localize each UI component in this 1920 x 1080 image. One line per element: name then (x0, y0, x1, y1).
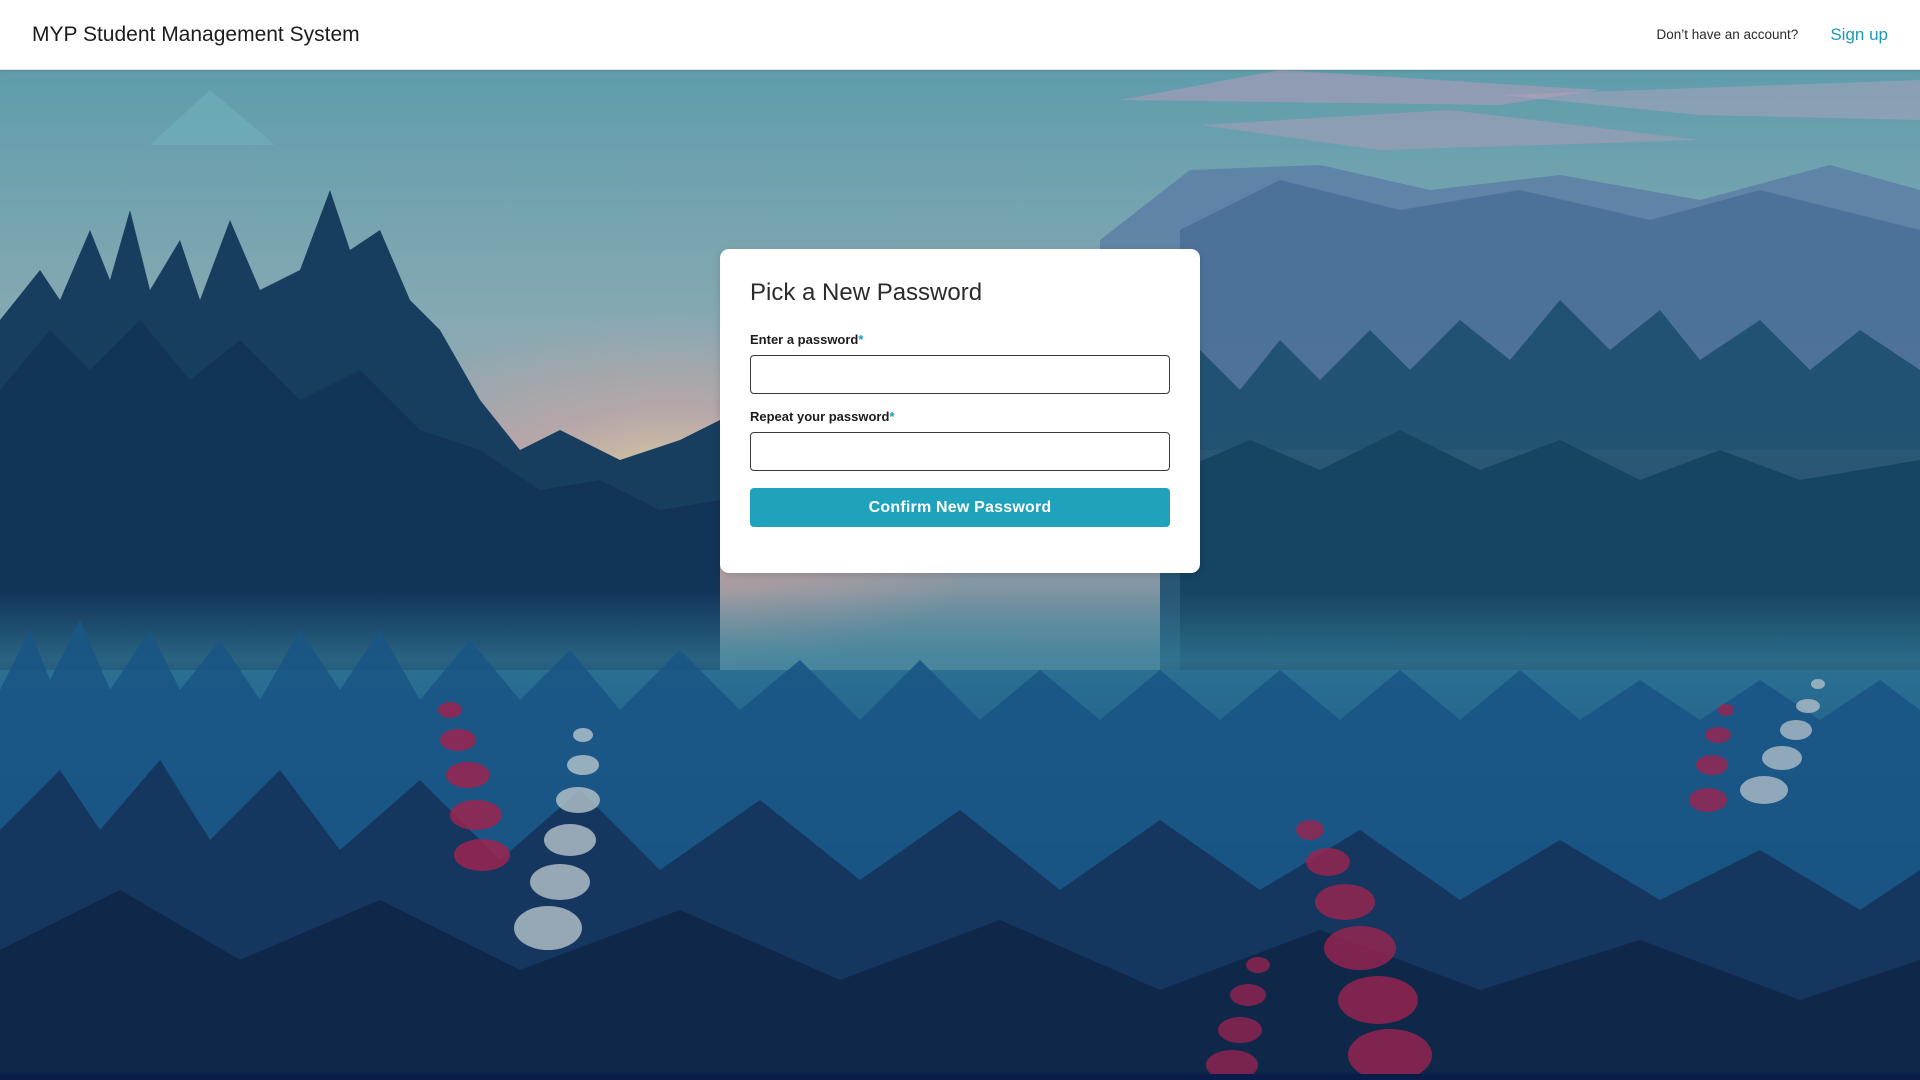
app-title: MYP Student Management System (32, 22, 360, 46)
repeat-password-label: Repeat your password* (750, 409, 1170, 424)
required-marker: * (889, 409, 895, 424)
auth-prompt: Don’t have an account? Sign up (1656, 25, 1888, 45)
card-title: Pick a New Password (750, 279, 983, 306)
reset-password-card: Pick a New Password Enter a password* Re… (720, 249, 1200, 573)
signup-link[interactable]: Sign up (1830, 25, 1888, 45)
repeat-password-input[interactable] (750, 432, 1170, 471)
password-label-text: Enter a password (750, 332, 859, 347)
password-label: Enter a password* (750, 332, 1170, 347)
no-account-text: Don’t have an account? (1656, 27, 1799, 42)
password-input[interactable] (750, 355, 1170, 394)
background-landscape-art (0, 70, 1920, 1080)
confirm-new-password-button[interactable]: Confirm New Password (750, 488, 1170, 527)
top-navbar: MYP Student Management System Don’t have… (0, 0, 1920, 70)
repeat-password-label-text: Repeat your password (750, 409, 890, 424)
forest-background-illustration (0, 70, 1920, 1080)
required-marker: * (858, 332, 864, 347)
bottom-edge-bar (0, 1074, 1920, 1080)
